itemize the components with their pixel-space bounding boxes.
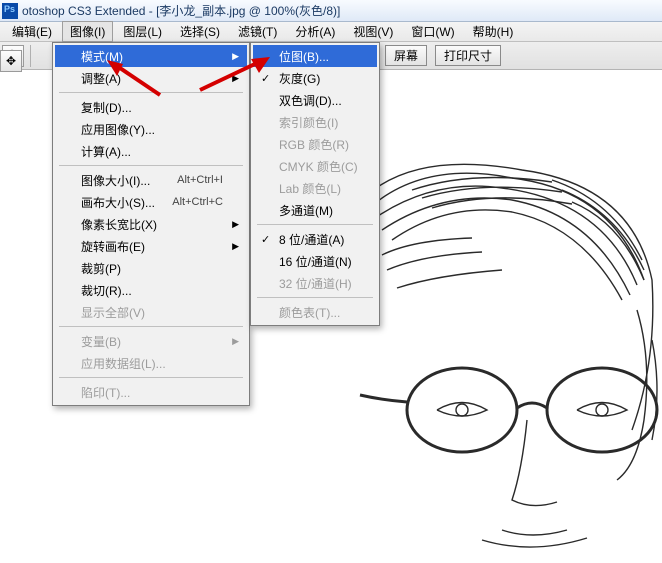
- menu-layer[interactable]: 图层(L): [115, 21, 170, 42]
- menu-help[interactable]: 帮助(H): [465, 21, 522, 42]
- menu-item-8bit[interactable]: ✓ 8 位/通道(A): [253, 228, 377, 250]
- menu-filter[interactable]: 滤镜(T): [230, 21, 285, 42]
- menu-window[interactable]: 窗口(W): [403, 21, 462, 42]
- menu-item-label: 位图(B)...: [279, 48, 329, 65]
- menu-item-label: 索引颜色(I): [279, 114, 338, 131]
- menu-item-label: Lab 颜色(L): [279, 180, 341, 197]
- menu-item-rgb: RGB 颜色(R): [253, 133, 377, 155]
- image-dropdown-menu: 模式(M) ▶ 调整(A) ▶ 复制(D)... 应用图像(Y)... 计算(A…: [52, 42, 250, 406]
- toolbar-separator: [30, 45, 31, 67]
- window-titlebar: otoshop CS3 Extended - [李小龙_副本.jpg @ 100…: [0, 0, 662, 22]
- menu-image[interactable]: 图像(I): [62, 21, 113, 42]
- window-title: otoshop CS3 Extended - [李小龙_副本.jpg @ 100…: [22, 2, 340, 19]
- menu-item-label: 裁切(R)...: [81, 282, 132, 299]
- menu-item-variables: 变量(B) ▶: [55, 330, 247, 352]
- menu-item-label: RGB 颜色(R): [279, 136, 349, 153]
- menu-item-trim[interactable]: 裁切(R)...: [55, 279, 247, 301]
- menu-item-label: 灰度(G): [279, 70, 320, 87]
- menu-item-rotate-canvas[interactable]: 旋转画布(E) ▶: [55, 235, 247, 257]
- menu-item-label: 变量(B): [81, 333, 121, 350]
- menu-item-label: 画布大小(S)...: [81, 194, 155, 211]
- menu-item-calculations[interactable]: 计算(A)...: [55, 140, 247, 162]
- menu-item-duplicate[interactable]: 复制(D)...: [55, 96, 247, 118]
- menu-separator: [257, 297, 373, 298]
- submenu-arrow-icon: ▶: [232, 241, 239, 252]
- menu-item-label: 图像大小(I)...: [81, 172, 150, 189]
- document-image: [352, 160, 662, 560]
- menu-item-pixel-aspect[interactable]: 像素长宽比(X) ▶: [55, 213, 247, 235]
- menu-item-label: 32 位/通道(H): [279, 275, 352, 292]
- menu-item-multichannel[interactable]: 多通道(M): [253, 199, 377, 221]
- menu-item-grayscale[interactable]: ✓ 灰度(G): [253, 67, 377, 89]
- menu-bar: 编辑(E) 图像(I) 图层(L) 选择(S) 滤镜(T) 分析(A) 视图(V…: [0, 22, 662, 42]
- menu-separator: [59, 165, 243, 166]
- menu-item-label: 多通道(M): [279, 202, 333, 219]
- menu-item-duotone[interactable]: 双色调(D)...: [253, 89, 377, 111]
- menu-item-lab: Lab 颜色(L): [253, 177, 377, 199]
- menu-item-color-table: 颜色表(T)...: [253, 301, 377, 323]
- print-size-button[interactable]: 打印尺寸: [435, 45, 501, 66]
- side-tools: ✥: [0, 50, 22, 73]
- menu-item-label: 裁剪(P): [81, 260, 121, 277]
- menu-view[interactable]: 视图(V): [345, 21, 401, 42]
- fit-screen-button[interactable]: 屏幕: [385, 45, 427, 66]
- menu-item-label: CMYK 颜色(C): [279, 158, 358, 175]
- menu-separator: [59, 326, 243, 327]
- menu-separator: [257, 224, 373, 225]
- menu-select[interactable]: 选择(S): [172, 21, 228, 42]
- menu-item-label: 16 位/通道(N): [279, 253, 352, 270]
- menu-shortcut: Alt+Ctrl+I: [177, 174, 223, 186]
- checkmark-icon: ✓: [261, 72, 270, 85]
- menu-item-adjust[interactable]: 调整(A) ▶: [55, 67, 247, 89]
- menu-item-apply-dataset: 应用数据组(L)...: [55, 352, 247, 374]
- menu-item-crop[interactable]: 裁剪(P): [55, 257, 247, 279]
- submenu-arrow-icon: ▶: [232, 73, 239, 84]
- menu-item-label: 8 位/通道(A): [279, 231, 344, 248]
- menu-item-bitmap[interactable]: 位图(B)...: [253, 45, 377, 67]
- app-icon: [2, 3, 18, 19]
- mode-submenu: 位图(B)... ✓ 灰度(G) 双色调(D)... 索引颜色(I) RGB 颜…: [250, 42, 380, 326]
- menu-item-label: 双色调(D)...: [279, 92, 342, 109]
- hand-tool-icon[interactable]: ✥: [0, 50, 22, 72]
- menu-item-label: 复制(D)...: [81, 99, 132, 116]
- menu-item-16bit[interactable]: 16 位/通道(N): [253, 250, 377, 272]
- menu-item-label: 显示全部(V): [81, 304, 145, 321]
- menu-item-apply-image[interactable]: 应用图像(Y)...: [55, 118, 247, 140]
- menu-item-32bit: 32 位/通道(H): [253, 272, 377, 294]
- menu-item-image-size[interactable]: 图像大小(I)... Alt+Ctrl+I: [55, 169, 247, 191]
- menu-item-mode[interactable]: 模式(M) ▶: [55, 45, 247, 67]
- menu-item-canvas-size[interactable]: 画布大小(S)... Alt+Ctrl+C: [55, 191, 247, 213]
- menu-item-label: 调整(A): [81, 70, 121, 87]
- menu-analysis[interactable]: 分析(A): [287, 21, 343, 42]
- menu-item-label: 模式(M): [81, 48, 123, 65]
- menu-shortcut: Alt+Ctrl+C: [172, 196, 223, 208]
- menu-item-label: 颜色表(T)...: [279, 304, 340, 321]
- menu-item-label: 计算(A)...: [81, 143, 131, 160]
- submenu-arrow-icon: ▶: [232, 219, 239, 230]
- menu-item-trap: 陷印(T)...: [55, 381, 247, 403]
- submenu-arrow-icon: ▶: [232, 336, 239, 347]
- checkmark-icon: ✓: [261, 233, 270, 246]
- menu-item-label: 应用数据组(L)...: [81, 355, 166, 372]
- menu-item-label: 像素长宽比(X): [81, 216, 157, 233]
- menu-item-cmyk: CMYK 颜色(C): [253, 155, 377, 177]
- menu-item-label: 应用图像(Y)...: [81, 121, 155, 138]
- menu-item-reveal-all: 显示全部(V): [55, 301, 247, 323]
- menu-edit[interactable]: 编辑(E): [4, 21, 60, 42]
- menu-item-label: 旋转画布(E): [81, 238, 145, 255]
- menu-separator: [59, 377, 243, 378]
- menu-item-indexed: 索引颜色(I): [253, 111, 377, 133]
- menu-item-label: 陷印(T)...: [81, 384, 130, 401]
- submenu-arrow-icon: ▶: [232, 51, 239, 62]
- menu-separator: [59, 92, 243, 93]
